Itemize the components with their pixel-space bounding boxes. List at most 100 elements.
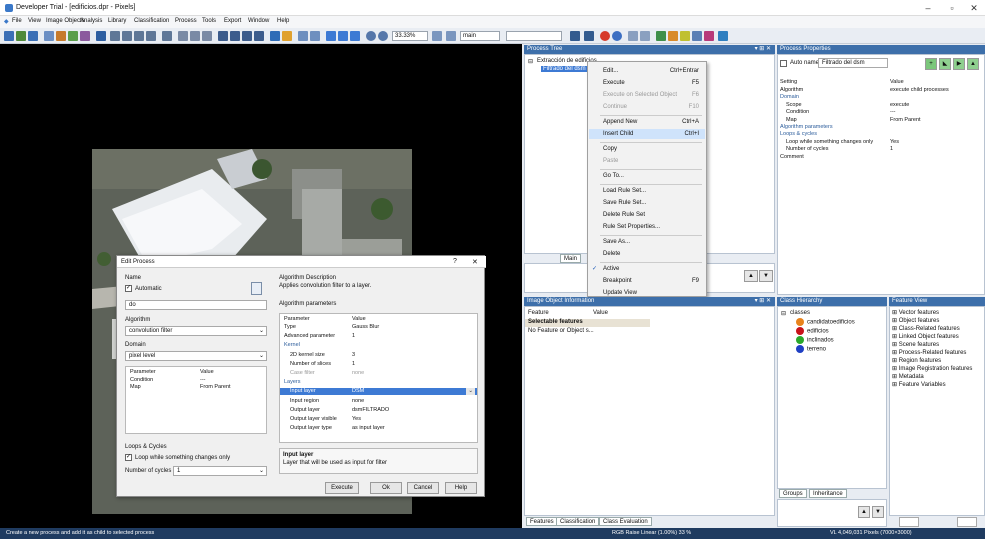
- add-process-button[interactable]: +: [925, 58, 937, 70]
- pan-3-icon[interactable]: [242, 31, 252, 41]
- domain-chevron-down-icon[interactable]: ⌄: [259, 352, 264, 359]
- class-down-button[interactable]: ▼: [872, 506, 884, 518]
- tool-5-icon[interactable]: [704, 31, 714, 41]
- context-menu-item[interactable]: Copy: [589, 144, 705, 154]
- context-menu-item[interactable]: Delete Rule Set: [589, 210, 705, 220]
- close-button[interactable]: ✕: [966, 2, 982, 14]
- feature-item[interactable]: ⊞ Vector features: [892, 309, 939, 316]
- cancel-button[interactable]: Cancel: [407, 482, 439, 494]
- split-2-icon[interactable]: [190, 31, 200, 41]
- import-icon[interactable]: [44, 31, 54, 41]
- name-input[interactable]: do: [125, 300, 267, 310]
- expand-icon[interactable]: ⊞: [892, 374, 897, 380]
- menu-window[interactable]: Window: [248, 18, 269, 24]
- context-menu-item[interactable]: Continue F10: [589, 102, 705, 112]
- view-2-icon[interactable]: [122, 31, 132, 41]
- feature-item[interactable]: ⊞ Metadata: [892, 373, 924, 380]
- expand-icon[interactable]: ⊞: [892, 358, 897, 364]
- parameter-row[interactable]: Number of slices 1: [280, 361, 477, 368]
- panel-pin-icon[interactable]: ▾ ⊞ ✕: [755, 45, 771, 54]
- menu-classification[interactable]: Classification: [134, 18, 169, 24]
- property-row[interactable]: Number of cycles 1: [778, 146, 985, 153]
- class-up-button[interactable]: ▲: [858, 506, 870, 518]
- domain-select[interactable]: pixel level: [125, 351, 267, 361]
- menu-help[interactable]: Help: [277, 18, 289, 24]
- expand-icon[interactable]: ⊞: [892, 326, 897, 332]
- parameter-row[interactable]: Case filter none: [280, 370, 477, 377]
- object-icon[interactable]: [80, 31, 90, 41]
- menu-view[interactable]: View: [28, 18, 41, 24]
- expand-icon[interactable]: ⊞: [892, 318, 897, 324]
- split-3-icon[interactable]: [202, 31, 212, 41]
- tool-1-icon[interactable]: [656, 31, 666, 41]
- class-item[interactable]: candidatoedificios: [796, 318, 855, 326]
- name-edit-icon[interactable]: [251, 282, 262, 295]
- feature-item[interactable]: ⊞ Image Registration features: [892, 365, 972, 372]
- input-layer-dropdown-icon[interactable]: ⌄: [466, 388, 475, 396]
- menu-image-objects[interactable]: Image Objects: [46, 18, 85, 24]
- zoom-in-icon[interactable]: [378, 31, 388, 41]
- domain-row-map[interactable]: Map From Parent: [126, 384, 268, 391]
- view-3-icon[interactable]: [134, 31, 144, 41]
- layout-icon[interactable]: [446, 31, 456, 41]
- feature-item[interactable]: ⊞ Process-Related features: [892, 349, 966, 356]
- pan-2-icon[interactable]: [230, 31, 240, 41]
- feature-item[interactable]: ⊞ Scene features: [892, 341, 939, 348]
- context-menu-item[interactable]: Rule Set Properties...: [589, 222, 705, 232]
- maximize-button[interactable]: ▫: [944, 2, 960, 14]
- tab-groups[interactable]: Groups: [779, 489, 807, 498]
- expand-icon[interactable]: ⊞: [892, 382, 897, 388]
- menu-process[interactable]: Process: [175, 18, 197, 24]
- context-menu-item[interactable]: Execute F5: [589, 78, 705, 88]
- property-row[interactable]: Algorithm parameters: [778, 124, 985, 131]
- move-down-button[interactable]: ▼: [759, 270, 773, 282]
- auto-name-input[interactable]: Filtrado del dsm: [818, 58, 888, 68]
- parameter-row[interactable]: Output layer type as input layer: [280, 425, 477, 432]
- context-menu-item[interactable]: Active ✓: [589, 264, 705, 274]
- algorithm-select[interactable]: convolution filter: [125, 326, 267, 336]
- cursor-icon[interactable]: [270, 31, 280, 41]
- parameter-row[interactable]: Input layer DSM ⌄: [280, 388, 477, 396]
- automatic-checkbox[interactable]: ✓: [125, 285, 132, 292]
- context-menu-item[interactable]: Go To...: [589, 171, 705, 181]
- split-1-icon[interactable]: [178, 31, 188, 41]
- feature-item[interactable]: ⊞ Class-Related features: [892, 325, 960, 332]
- window-icon[interactable]: [162, 31, 172, 41]
- expand-icon[interactable]: ⊞: [892, 350, 897, 356]
- menu-analysis[interactable]: Analysis: [80, 18, 102, 24]
- feature-item[interactable]: ⊞ Object features: [892, 317, 939, 324]
- app-menu-icon[interactable]: ◆: [4, 18, 9, 25]
- zoom-apply-icon[interactable]: [432, 31, 442, 41]
- execute-process-button[interactable]: ▶: [953, 58, 965, 70]
- context-menu-item[interactable]: Delete: [589, 249, 705, 259]
- class-item[interactable]: edificios: [796, 327, 829, 335]
- tool-2-icon[interactable]: [668, 31, 678, 41]
- context-menu-item[interactable]: Edit... Ctrl+Entrar: [589, 66, 705, 76]
- context-menu-item[interactable]: Paste: [589, 156, 705, 166]
- move-up-button[interactable]: ▲: [744, 270, 758, 282]
- parameter-row[interactable]: Output layer visible Yes: [280, 416, 477, 423]
- layers-icon[interactable]: [56, 31, 66, 41]
- star-icon[interactable]: [282, 31, 292, 41]
- property-row[interactable]: Comment: [778, 154, 985, 161]
- context-menu-item[interactable]: Insert Child Ctrl+I: [589, 129, 705, 139]
- stop-icon[interactable]: [600, 31, 610, 41]
- context-menu-item[interactable]: Breakpoint F9: [589, 276, 705, 286]
- view-4-icon[interactable]: [146, 31, 156, 41]
- view-1-icon[interactable]: [110, 31, 120, 41]
- arrow-up-icon[interactable]: [584, 31, 594, 41]
- auto-name-checkbox[interactable]: [780, 60, 787, 67]
- context-menu-item[interactable]: Save As...: [589, 237, 705, 247]
- hand-icon[interactable]: [298, 31, 308, 41]
- parameter-row[interactable]: 2D kernel size 3: [280, 352, 477, 359]
- save-project-icon[interactable]: [28, 31, 38, 41]
- zoom-select[interactable]: 33.33%: [392, 31, 428, 41]
- menu-tools[interactable]: Tools: [202, 18, 216, 24]
- parameter-row[interactable]: Type Gauss Blur: [280, 324, 477, 331]
- pan-4-icon[interactable]: [254, 31, 264, 41]
- tab-inheritance[interactable]: Inheritance: [809, 489, 847, 498]
- pan-1-icon[interactable]: [218, 31, 228, 41]
- domain-row-condition[interactable]: Condition ---: [126, 377, 268, 384]
- panel-controls-icon[interactable]: ▾ ⊞ ✕: [755, 297, 771, 306]
- feature-item[interactable]: ⊞ Region features: [892, 357, 941, 364]
